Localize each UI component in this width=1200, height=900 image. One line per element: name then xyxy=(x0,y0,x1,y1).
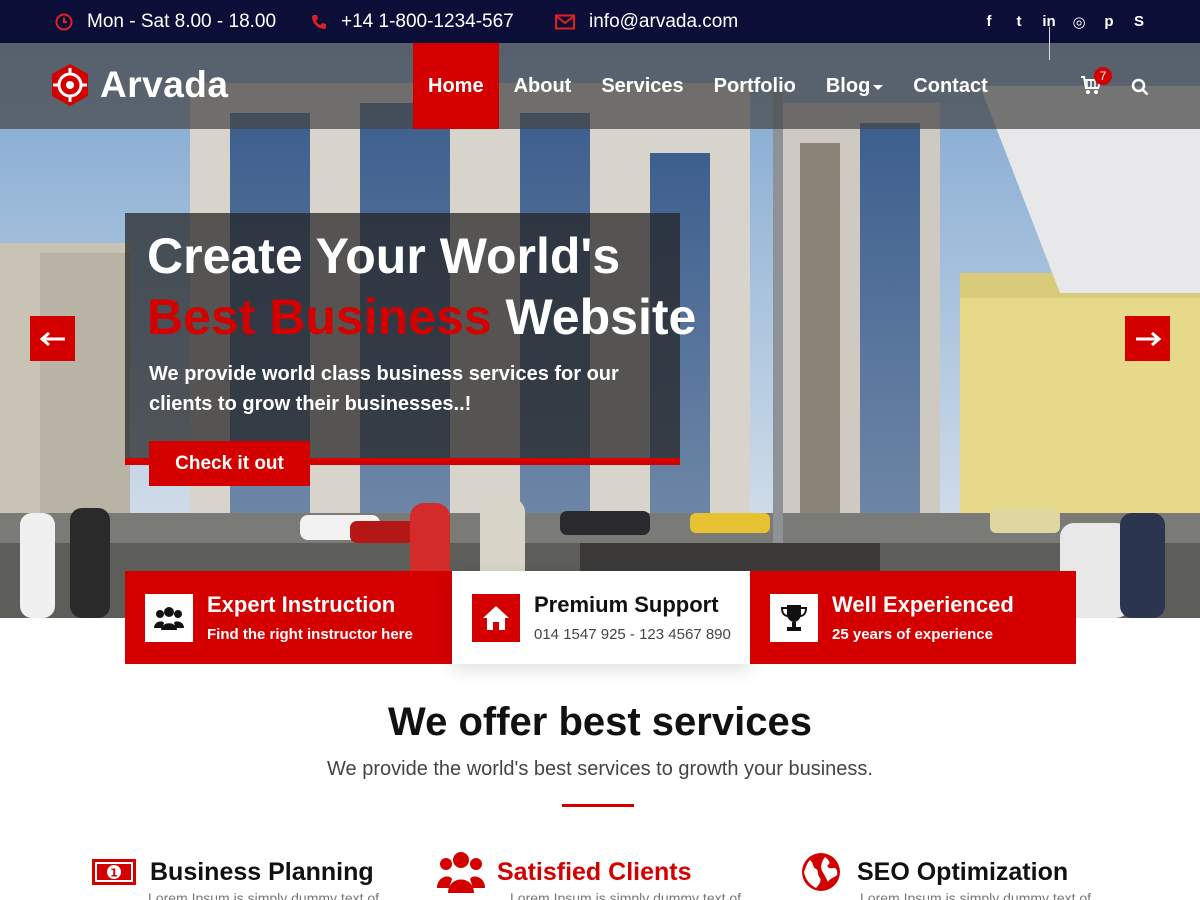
envelope-icon xyxy=(555,14,575,29)
users-icon xyxy=(145,593,193,642)
service-description: Lorem Ipsum is simply dummy text of xyxy=(148,890,380,900)
nav-services[interactable]: Services xyxy=(586,43,698,129)
instagram-icon[interactable]: ◎ xyxy=(1070,13,1088,31)
service-description: Lorem Ipsum is simply dummy text of xyxy=(510,890,742,900)
slide-subtitle: We provide world class business services… xyxy=(149,363,619,415)
service-satisfied-clients[interactable]: Satisfied Clients xyxy=(437,848,692,896)
nav-about-label: About xyxy=(513,74,572,97)
phone-icon xyxy=(312,14,326,29)
nav-portfolio[interactable]: Portfolio xyxy=(699,43,811,129)
service-description: Lorem Ipsum is simply dummy text of xyxy=(860,890,1092,900)
headline-tail: Website xyxy=(505,289,697,345)
business-hours: Mon - Sat 8.00 - 18.00 xyxy=(55,0,276,43)
money-icon: 1 xyxy=(90,848,138,896)
social-links: f t in ◎ p S xyxy=(980,0,1148,43)
phone-text: +14 1-800-1234-567 xyxy=(341,10,514,32)
feature-title: Premium Support xyxy=(534,592,719,617)
arrow-right-icon xyxy=(1135,331,1161,346)
nav-portfolio-label: Portfolio xyxy=(713,74,796,97)
nav-home[interactable]: Home xyxy=(413,43,499,129)
phone-info[interactable]: +14 1-800-1234-567 xyxy=(311,0,514,43)
nav-blog[interactable]: Blog xyxy=(811,43,898,129)
feature-subtitle: Find the right instructor here xyxy=(207,626,413,643)
nav-contact-label: Contact xyxy=(913,74,988,97)
site-header: Arvada Home About Services Portfolio Blo… xyxy=(0,43,1200,129)
nav-home-label: Home xyxy=(428,74,484,97)
cart-count-badge: 7 xyxy=(1094,67,1112,85)
services-heading: We offer best services xyxy=(388,700,812,744)
top-info-bar: Mon - Sat 8.00 - 18.00 +14 1-800-1234-56… xyxy=(0,0,1200,43)
facebook-icon[interactable]: f xyxy=(980,13,998,31)
pinterest-icon[interactable]: p xyxy=(1100,13,1118,31)
services-divider xyxy=(562,804,634,807)
feature-title: Well Experienced xyxy=(832,592,1014,617)
slide-caption: Create Your World's Best Business Websit… xyxy=(125,213,696,465)
home-icon xyxy=(472,593,520,642)
service-title: Satisfied Clients xyxy=(497,857,692,886)
main-nav: Home About Services Portfolio Blog Conta… xyxy=(413,43,1003,129)
nav-services-label: Services xyxy=(601,74,684,97)
service-seo-optimization[interactable]: SEO Optimization xyxy=(797,848,1068,896)
twitter-icon[interactable]: t xyxy=(1010,13,1028,31)
service-business-planning[interactable]: 1 Business Planning xyxy=(90,848,374,896)
site-logo[interactable]: Arvada xyxy=(50,63,228,107)
feature-well-experienced[interactable]: Well Experienced 25 years of experience xyxy=(750,571,1076,664)
slide-headline-line2: Best Business Website xyxy=(147,288,696,346)
logo-text: Arvada xyxy=(100,64,229,105)
trophy-icon xyxy=(770,593,818,642)
nav-about[interactable]: About xyxy=(499,43,587,129)
logo-icon xyxy=(52,64,88,106)
hours-text: Mon - Sat 8.00 - 18.00 xyxy=(87,10,277,32)
slider-prev-button[interactable] xyxy=(30,316,75,361)
email-info[interactable]: info@arvada.com xyxy=(555,0,738,43)
services-subheading: We provide the world's best services to … xyxy=(327,758,873,780)
nav-divider xyxy=(1049,27,1050,60)
feature-subtitle: 25 years of experience xyxy=(832,626,993,643)
nav-blog-label: Blog xyxy=(825,74,871,97)
clock-icon xyxy=(55,13,73,30)
search-icon[interactable] xyxy=(1131,78,1149,96)
check-it-out-button[interactable]: Check it out xyxy=(149,441,310,486)
users-icon xyxy=(437,848,485,896)
feature-premium-support[interactable]: Premium Support 014 1547 925 - 123 4567 … xyxy=(452,571,750,664)
arrow-left-icon xyxy=(39,331,65,346)
nav-contact[interactable]: Contact xyxy=(898,43,1002,129)
feature-subtitle: 014 1547 925 - 123 4567 890 xyxy=(534,626,731,643)
headline-highlight: Best Business xyxy=(147,289,492,345)
slider-next-button[interactable] xyxy=(1125,316,1170,361)
feature-title: Expert Instruction xyxy=(207,592,396,617)
feature-expert-instruction[interactable]: Expert Instruction Find the right instru… xyxy=(125,571,452,664)
chevron-down-icon xyxy=(873,84,884,90)
globe-icon xyxy=(797,848,845,896)
svg-text:1: 1 xyxy=(110,867,118,880)
skype-icon[interactable]: S xyxy=(1130,13,1148,31)
service-title: Business Planning xyxy=(150,857,374,886)
email-text: info@arvada.com xyxy=(589,10,739,32)
service-title: SEO Optimization xyxy=(857,857,1069,886)
slide-headline-line1: Create Your World's xyxy=(147,228,621,284)
